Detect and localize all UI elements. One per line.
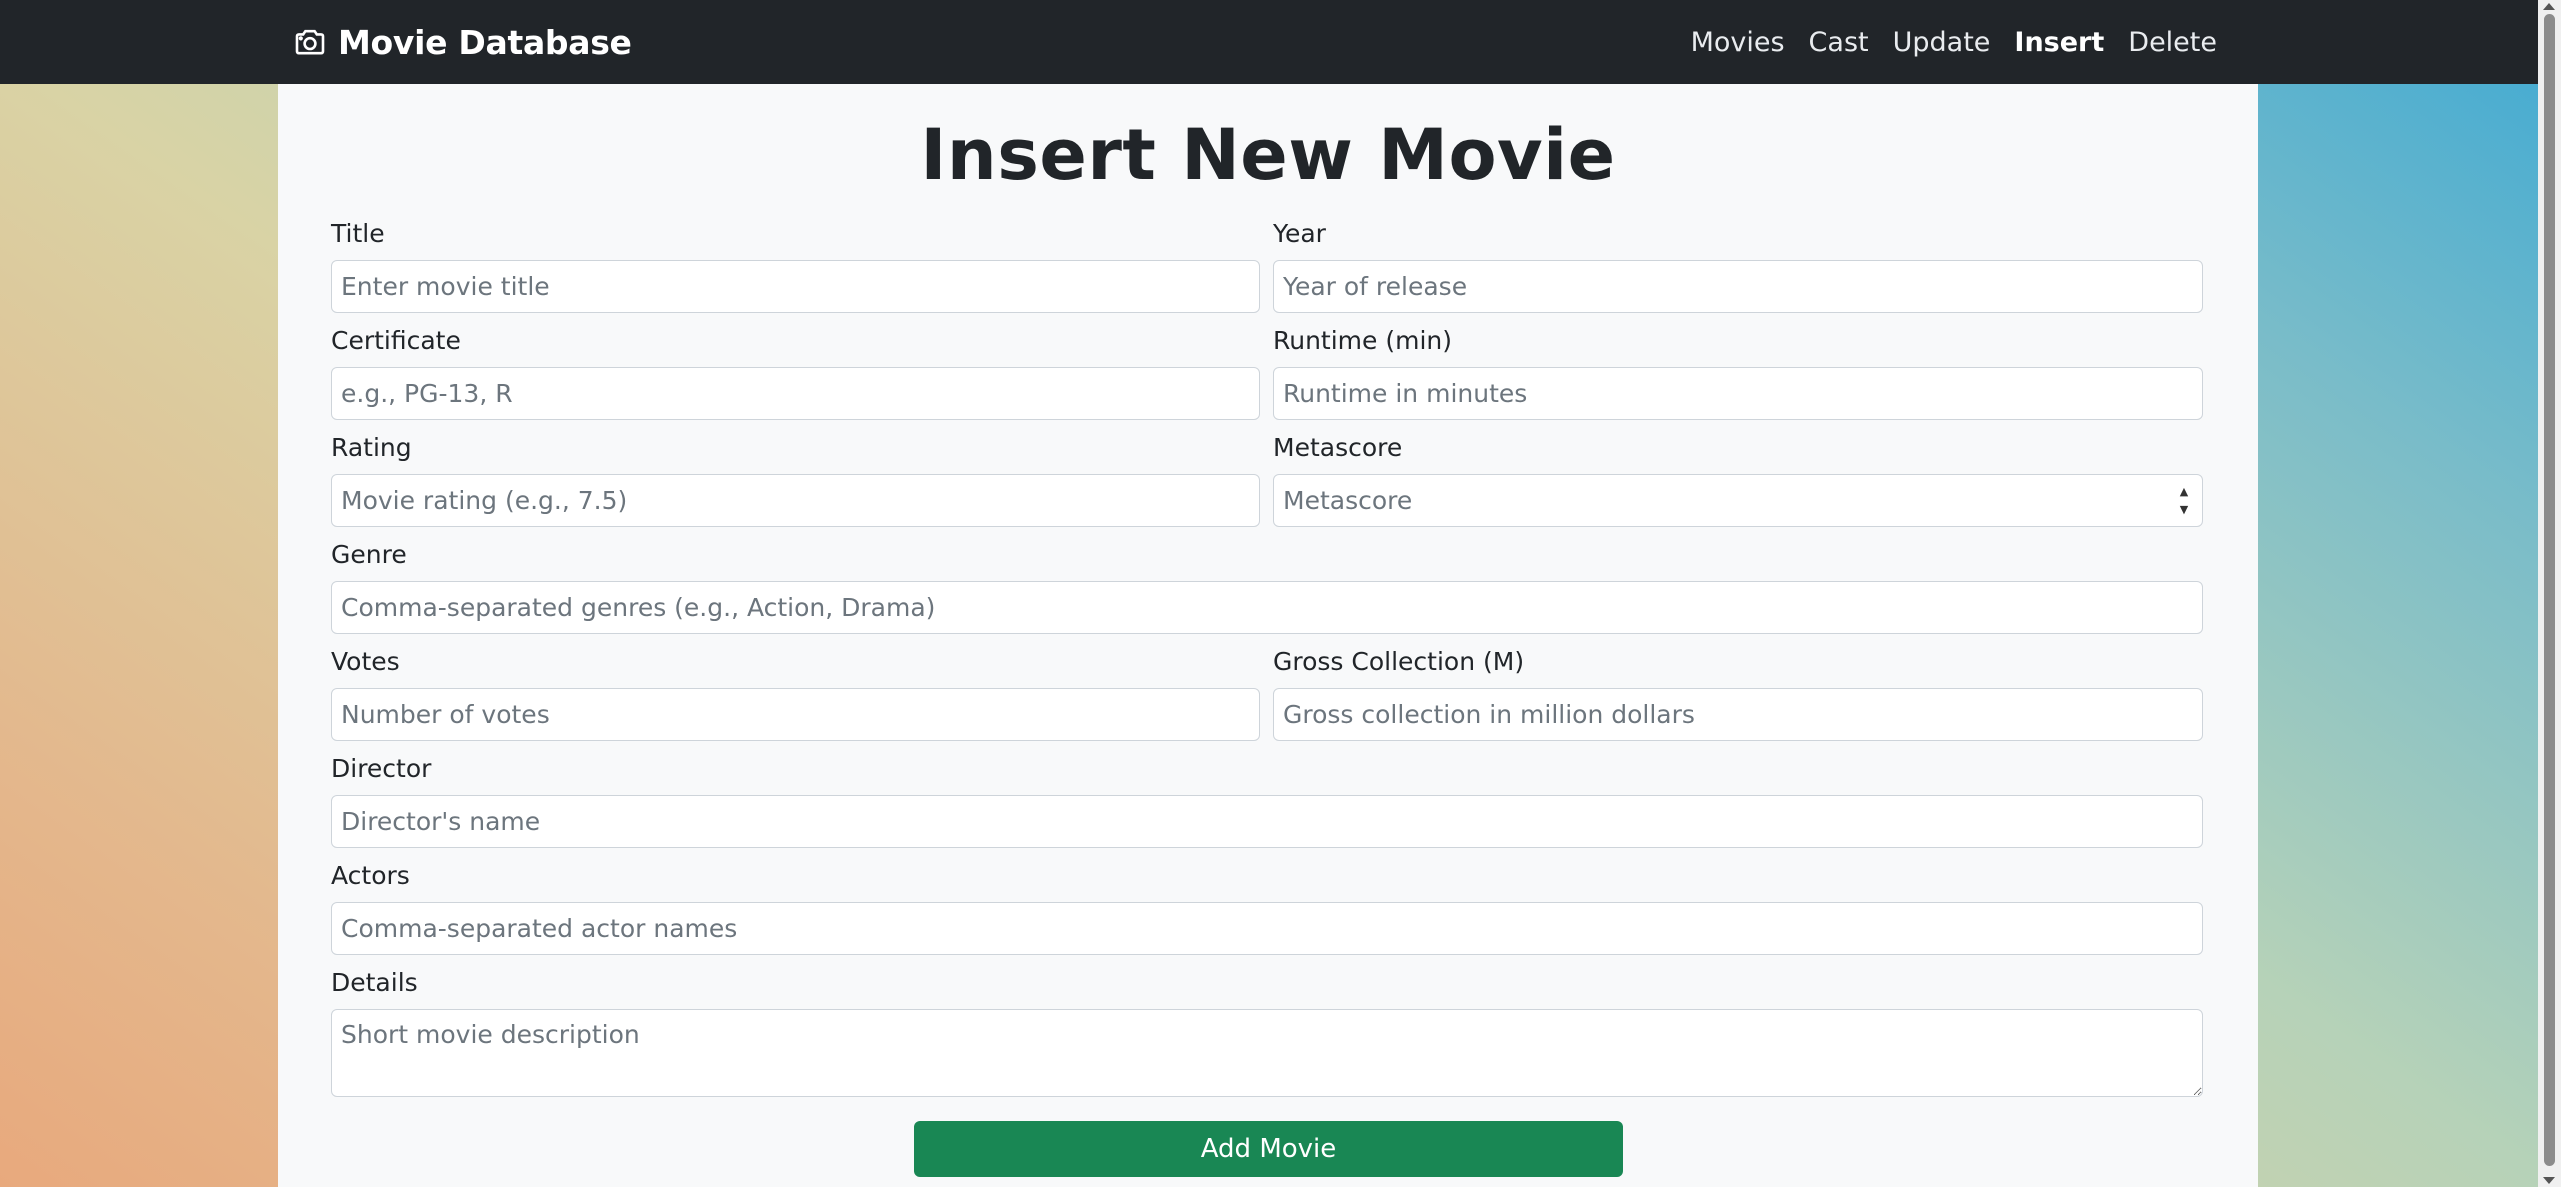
details-textarea[interactable] (331, 1009, 2203, 1097)
scroll-down-icon[interactable] (2543, 1177, 2555, 1184)
certificate-field-group: Certificate (331, 324, 1260, 420)
nav-link-insert[interactable]: Insert (2002, 27, 2116, 58)
brand-link[interactable]: Movie Database (294, 21, 632, 63)
metascore-field-group: Metascore ▲ ▼ (1273, 431, 2203, 527)
gross-field-group: Gross Collection (M) (1273, 645, 2203, 741)
metascore-label: Metascore (1273, 433, 1403, 462)
metascore-wrapper: ▲ ▼ (1273, 474, 2203, 527)
stepper-up-icon[interactable]: ▲ (2180, 485, 2188, 499)
title-label: Title (331, 219, 385, 248)
genre-input[interactable] (331, 581, 2203, 634)
title-input[interactable] (331, 260, 1260, 313)
nav-link-cast[interactable]: Cast (1797, 27, 1881, 58)
rating-label: Rating (331, 433, 412, 462)
page-scrollbar[interactable] (2538, 0, 2561, 1187)
votes-label: Votes (331, 647, 400, 676)
year-field-group: Year (1273, 217, 2203, 313)
year-input[interactable] (1273, 260, 2203, 313)
actors-label: Actors (331, 861, 410, 890)
title-field-group: Title (331, 217, 1260, 313)
genre-field-group: Genre (331, 538, 2203, 634)
stepper-down-icon[interactable]: ▼ (2180, 503, 2188, 517)
year-label: Year (1273, 219, 1326, 248)
genre-label: Genre (331, 540, 407, 569)
add-movie-button[interactable]: Add Movie (914, 1121, 1623, 1177)
page-title: Insert New Movie (920, 114, 1616, 196)
director-label: Director (331, 754, 432, 783)
runtime-input[interactable] (1273, 367, 2203, 420)
navbar: Movie Database Movies Cast Update Insert… (0, 0, 2538, 84)
actors-field-group: Actors (331, 859, 2203, 955)
runtime-field-group: Runtime (min) (1273, 324, 2203, 420)
actors-input[interactable] (331, 902, 2203, 955)
director-field-group: Director (331, 752, 2203, 848)
nav-link-update[interactable]: Update (1881, 27, 2003, 58)
rating-field-group: Rating (331, 431, 1260, 527)
camera-icon (295, 29, 325, 55)
form-card: Insert New Movie Title Year Certificate … (278, 84, 2258, 1187)
certificate-input[interactable] (331, 367, 1260, 420)
details-label: Details (331, 968, 418, 997)
nav-links: Movies Cast Update Insert Delete (1679, 22, 2229, 62)
brand-title: Movie Database (338, 22, 632, 62)
scroll-up-icon[interactable] (2543, 3, 2555, 10)
details-field-group: Details (331, 966, 2203, 1101)
rating-input[interactable] (331, 474, 1260, 527)
nav-link-delete[interactable]: Delete (2116, 27, 2229, 58)
nav-link-movies[interactable]: Movies (1679, 27, 1797, 58)
certificate-label: Certificate (331, 326, 461, 355)
director-input[interactable] (331, 795, 2203, 848)
scrollbar-thumb[interactable] (2544, 14, 2555, 1166)
metascore-input[interactable] (1273, 474, 2203, 527)
votes-field-group: Votes (331, 645, 1260, 741)
gross-label: Gross Collection (M) (1273, 647, 1525, 676)
runtime-label: Runtime (min) (1273, 326, 1453, 355)
metascore-stepper[interactable]: ▲ ▼ (2177, 485, 2191, 517)
votes-input[interactable] (331, 688, 1260, 741)
gross-input[interactable] (1273, 688, 2203, 741)
